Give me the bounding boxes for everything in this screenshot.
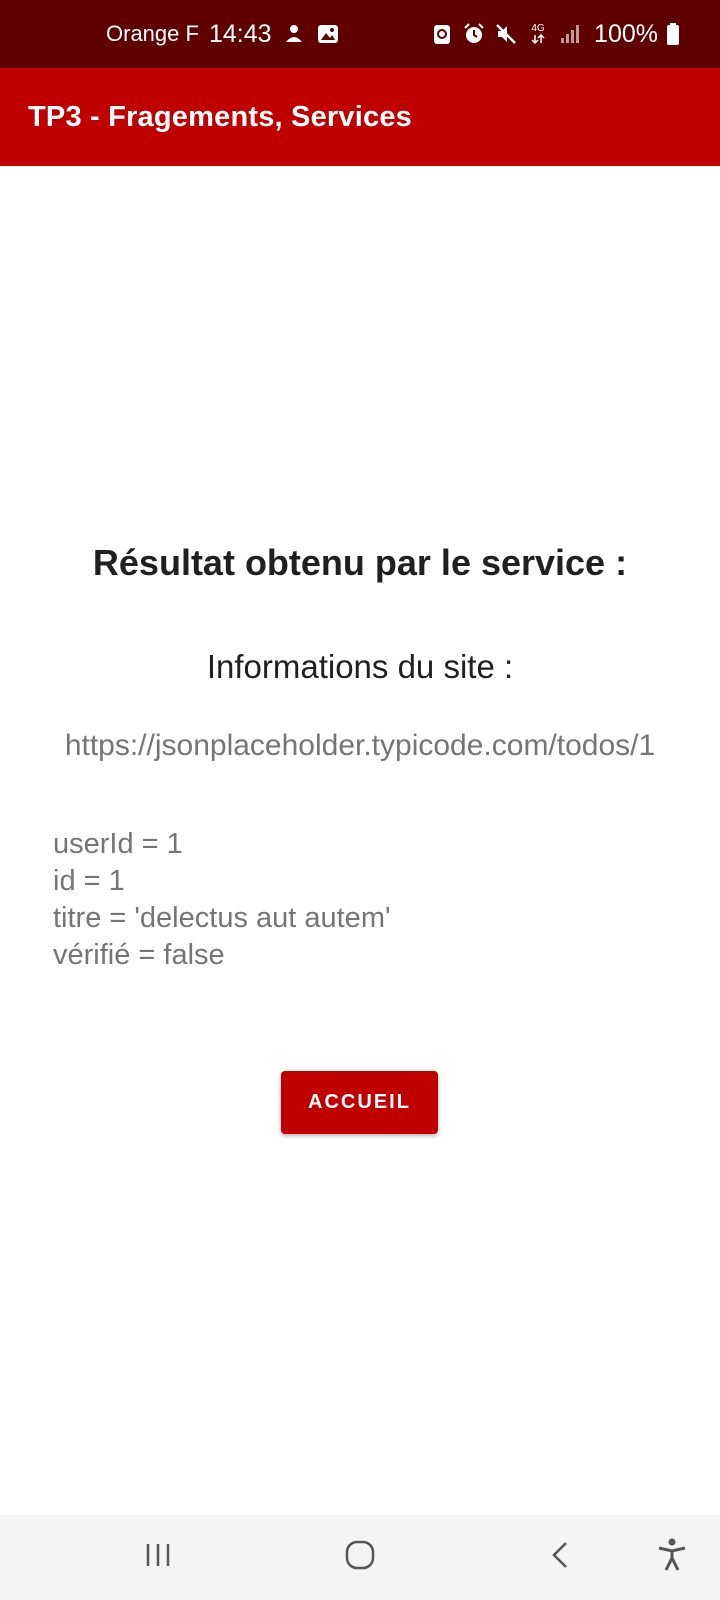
status-right-group: 4G 100% — [430, 0, 680, 68]
result-line-id: id = 1 — [53, 865, 125, 897]
main-content: Résultat obtenu par le service : Informa… — [0, 166, 720, 1515]
status-left-group: Orange F 14:43 — [106, 0, 340, 68]
status-bar: Orange F 14:43 4G 100% — [0, 0, 720, 68]
network-type-label: 4G — [531, 23, 545, 34]
result-block: userId = 1 id = 1 titre = 'delectus aut … — [53, 826, 391, 974]
accessibility-icon — [656, 1538, 688, 1577]
battery-percentage: 100% — [594, 19, 658, 48]
back-icon — [546, 1540, 576, 1575]
accessibility-button[interactable] — [632, 1515, 712, 1600]
app-bar: TP3 - Fragements, Services — [0, 68, 720, 166]
battery-saver-icon — [430, 22, 454, 46]
home-icon — [344, 1539, 376, 1576]
mute-icon — [494, 22, 518, 46]
battery-icon — [666, 22, 680, 46]
recents-icon — [143, 1540, 173, 1575]
notification-app-icon — [282, 22, 306, 46]
carrier-name: Orange F — [106, 21, 199, 46]
site-info-subheading: Informations du site : — [206, 648, 514, 685]
recents-button[interactable] — [118, 1515, 198, 1600]
system-nav-bar — [0, 1515, 720, 1600]
alarm-icon — [462, 22, 486, 46]
network-4g-icon: 4G — [526, 22, 550, 46]
result-line-verified: vérifié = false — [53, 939, 225, 971]
clock: 14:43 — [208, 19, 272, 48]
result-line-title: titre = 'delectus aut autem' — [53, 902, 391, 934]
app-title: TP3 - Fragements, Services — [28, 100, 412, 133]
gallery-icon — [316, 22, 340, 46]
result-line-user-id: userId = 1 — [53, 828, 183, 860]
home-button[interactable]: ACCUEIL — [281, 1071, 438, 1134]
back-button[interactable] — [521, 1515, 601, 1600]
home-nav-button[interactable] — [320, 1515, 400, 1600]
signal-icon — [558, 22, 582, 46]
result-heading: Résultat obtenu par le service : — [92, 542, 628, 583]
site-url: https://jsonplaceholder.typicode.com/tod… — [64, 729, 656, 762]
